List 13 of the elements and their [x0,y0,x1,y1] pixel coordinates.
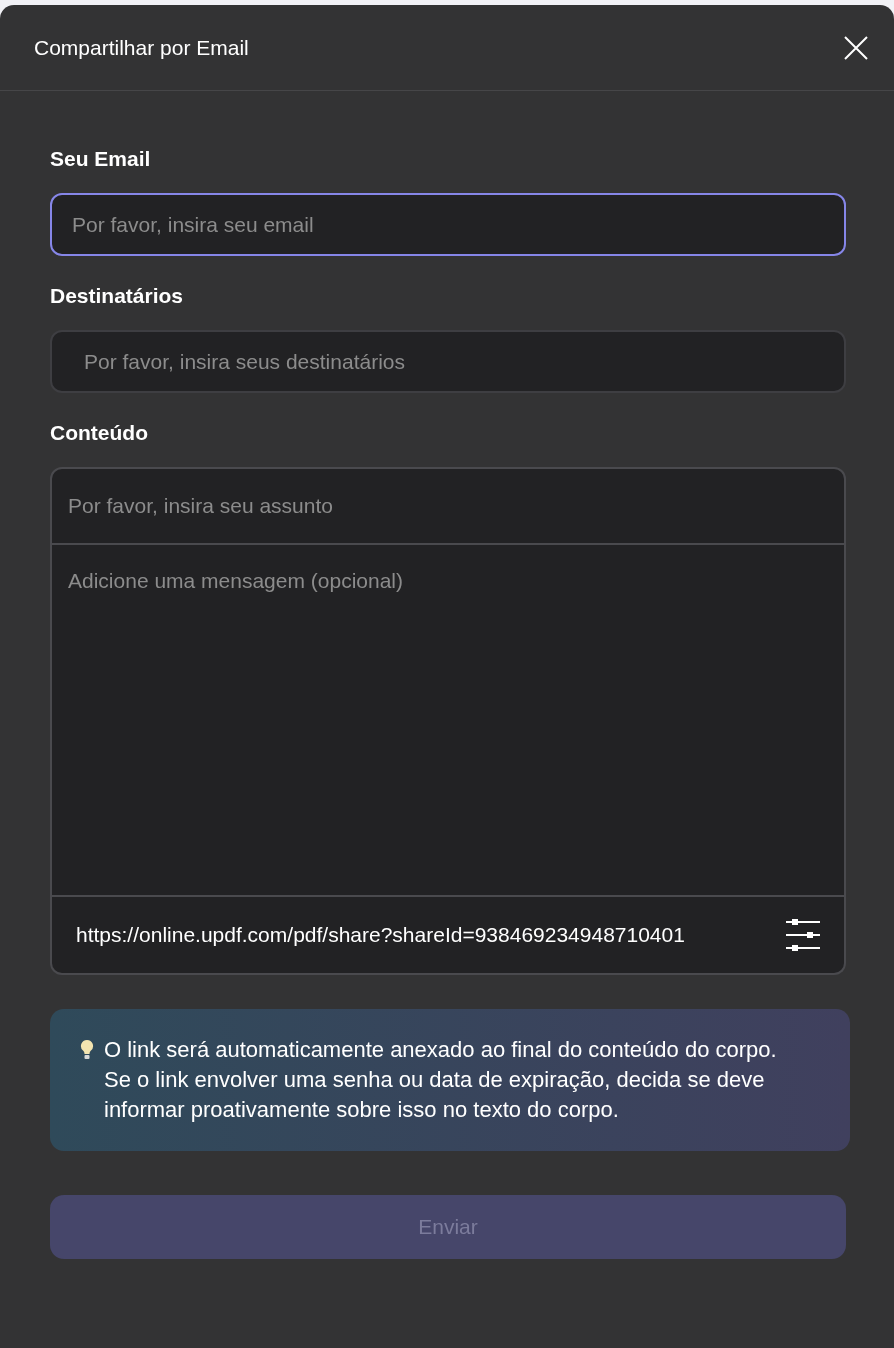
subject-field[interactable]: Por favor, insira seu assunto [50,467,846,545]
message-field[interactable]: Adicione uma mensagem (opcional) [50,545,846,897]
sliders-icon [786,919,820,951]
link-settings-button[interactable] [786,919,820,951]
recipients-field[interactable]: Por favor, insira seus destinatários [50,330,846,393]
field-label: Destinatários [50,284,185,308]
dialog-title: Compartilhar por Email [34,35,249,60]
lightbulb-icon [80,1039,94,1061]
close-icon [844,35,868,60]
email-field[interactable]: Por favor, insira seu email [50,193,846,256]
field-label: Conteúdo [50,421,149,445]
info-text: O link será automaticamente anexado ao final do conteúdo do corpo. Se o link envolver uma senha ou data de expiração, decida se deve informar proativamente sobre isso no texto do corpo. [104,1036,778,1124]
field-label: Seu Email [50,147,152,171]
